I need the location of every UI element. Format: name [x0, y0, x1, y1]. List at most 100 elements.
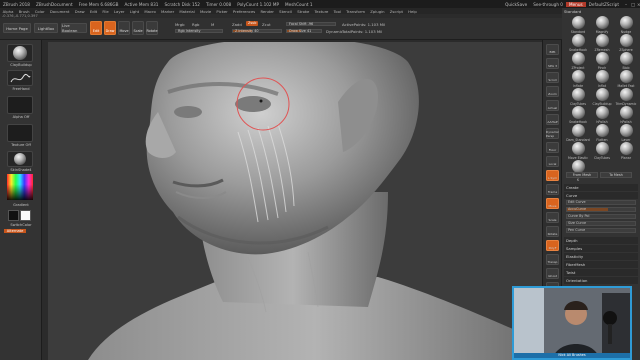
brush-selector[interactable]: [7, 44, 33, 62]
menu-marker[interactable]: Marker: [158, 9, 176, 14]
brush-zproject[interactable]: ZProject: [566, 52, 590, 70]
edit-mode-button[interactable]: Edit: [90, 21, 102, 35]
lightbox-button[interactable]: LightBox: [34, 23, 58, 33]
brush-claytubes[interactable]: ClayTubes: [566, 88, 590, 106]
dynamic-toggle[interactable]: Dynamic: [326, 29, 343, 34]
texture-selector[interactable]: [7, 124, 33, 142]
move-mode-button[interactable]: Move: [118, 21, 130, 35]
live-boolean-button[interactable]: Live Boolean: [61, 23, 87, 33]
pen-curve-row[interactable]: Pen Curve: [566, 228, 636, 233]
menu-color[interactable]: Color: [32, 9, 47, 14]
brush-magnify[interactable]: Magnify: [590, 16, 614, 34]
menu-light[interactable]: Light: [127, 9, 142, 14]
brush-flatten[interactable]: Flatten: [590, 124, 614, 142]
tool-aahalf[interactable]: AAHalf: [546, 114, 559, 125]
depth-section[interactable]: Depth: [564, 237, 638, 244]
home-page-button[interactable]: Home Page: [3, 23, 31, 33]
stroke-selector[interactable]: [7, 70, 33, 86]
tool-floor[interactable]: Floor: [546, 142, 559, 153]
brush-snakehook[interactable]: SnakeHook: [566, 34, 590, 52]
menu-brush[interactable]: Brush: [16, 9, 32, 14]
draw-mode-button[interactable]: Draw: [104, 21, 116, 35]
focal-shift-slider[interactable]: Focal Shift -96: [286, 22, 336, 26]
menu-edit[interactable]: Edit: [87, 9, 100, 14]
menu-alpha[interactable]: Alpha: [0, 9, 16, 14]
rgb-toggle[interactable]: Rgb: [192, 22, 199, 27]
twist-section[interactable]: Twist: [564, 269, 638, 276]
brush-layer[interactable]: Layer: [614, 124, 638, 142]
default-script[interactable]: DefaultZScript: [586, 2, 622, 7]
brush-move-elastic[interactable]: Move Elastic: [566, 142, 590, 160]
accu-curve-row[interactable]: AccuCurve: [566, 207, 636, 212]
menu-tool[interactable]: Tool: [331, 9, 344, 14]
menu-transform[interactable]: Transform: [344, 9, 368, 14]
close-icon[interactable]: ×: [634, 2, 640, 7]
tool-local[interactable]: Local: [546, 156, 559, 167]
brush-zremesh[interactable]: ZRemesh: [590, 34, 614, 52]
secondary-color-swatch[interactable]: [20, 210, 31, 221]
menu-help[interactable]: Help: [406, 9, 420, 14]
brush-pinch[interactable]: Pinch: [590, 52, 614, 70]
menu-material[interactable]: Material: [177, 9, 198, 14]
menu-layer[interactable]: Layer: [111, 9, 127, 14]
brush-dam-standard[interactable]: Dam_Standard: [566, 124, 590, 142]
tool-actual[interactable]: Actual: [546, 100, 559, 111]
rotate-mode-button[interactable]: Rotate: [146, 21, 158, 35]
alpha-selector[interactable]: [7, 96, 33, 114]
tool-polyf[interactable]: PolyF: [546, 240, 559, 251]
tool-scale[interactable]: Scale: [546, 212, 559, 223]
menu-render[interactable]: Render: [258, 9, 277, 14]
brush-inflat[interactable]: Inflat: [590, 70, 614, 88]
brush-inflate[interactable]: Inflate: [566, 70, 590, 88]
main-color-swatch[interactable]: [8, 210, 19, 221]
material-selector[interactable]: [7, 151, 33, 167]
tool-bpr[interactable]: BPR: [546, 44, 559, 55]
brush-hpolish[interactable]: hPolish: [590, 106, 614, 124]
zadd-toggle[interactable]: Zadd: [232, 22, 242, 27]
brush-mallet-fast[interactable]: Mallet Fast: [614, 70, 638, 88]
menu-draw[interactable]: Draw: [72, 9, 87, 14]
zcut-toggle[interactable]: Zcut: [262, 22, 271, 27]
menu-document[interactable]: Document: [47, 9, 72, 14]
tool-rotate[interactable]: Rotate: [546, 226, 559, 237]
menu-stencil[interactable]: Stencil: [277, 9, 295, 14]
scale-mode-button[interactable]: Scale: [132, 21, 144, 35]
menu-macro[interactable]: Macro: [142, 9, 159, 14]
brush-blob[interactable]: Blob: [614, 52, 638, 70]
mrgb-toggle[interactable]: Mrgb: [175, 22, 185, 27]
color-picker[interactable]: [7, 174, 33, 200]
brush-nudge[interactable]: Nudge: [614, 16, 638, 34]
alternate-button[interactable]: Alternate: [4, 229, 26, 233]
tool-ghost[interactable]: Ghost: [546, 268, 559, 279]
menu-file[interactable]: File: [100, 9, 112, 14]
orientation-section[interactable]: Orientation: [564, 277, 638, 284]
tool-transp[interactable]: Transp: [546, 254, 559, 265]
fibermesh-section[interactable]: FiberMesh: [564, 261, 638, 268]
menu-preferences[interactable]: Preferences: [230, 9, 258, 14]
edit-curve-row[interactable]: Edit Curve: [566, 200, 636, 205]
menu-zplugin[interactable]: Zplugin: [368, 9, 388, 14]
viewport-canvas[interactable]: [48, 42, 542, 360]
brush-hpolish[interactable]: hPolish: [614, 106, 638, 124]
brush-standard[interactable]: Standard: [566, 16, 590, 34]
tool-dynamic-persp[interactable]: Dynamic Persp: [546, 128, 559, 139]
menu-texture[interactable]: Texture: [312, 9, 331, 14]
to-mesh-button[interactable]: To Mesh: [600, 172, 632, 178]
menu-zscript[interactable]: Zscript: [387, 9, 405, 14]
tool-scroll[interactable]: Scroll: [546, 72, 559, 83]
tool-move[interactable]: Move: [546, 198, 559, 209]
menu-stroke[interactable]: Stroke: [295, 9, 312, 14]
brush-trimdynamic[interactable]: TrimDynamic: [614, 88, 638, 106]
brush-claytubes[interactable]: ClayTubes: [590, 142, 614, 160]
z-intensity-slider[interactable]: Z Intensity 40: [232, 29, 282, 33]
zsub-toggle[interactable]: Zsub: [246, 21, 259, 26]
menu-movie[interactable]: Movie: [197, 9, 213, 14]
rgb-intensity-slider[interactable]: Rgb Intensity: [175, 29, 223, 33]
switch-color-button[interactable]: SwitchColor: [4, 223, 38, 227]
samples-section[interactable]: Samples: [564, 245, 638, 252]
brush-snakehook[interactable]: SnakeHook: [566, 106, 590, 124]
tool-frame[interactable]: Frame: [546, 184, 559, 195]
see-through-slider[interactable]: See-through 0: [530, 2, 566, 7]
tool-spix-3[interactable]: SPix 3: [546, 58, 559, 69]
menu-picker[interactable]: Picker: [214, 9, 231, 14]
